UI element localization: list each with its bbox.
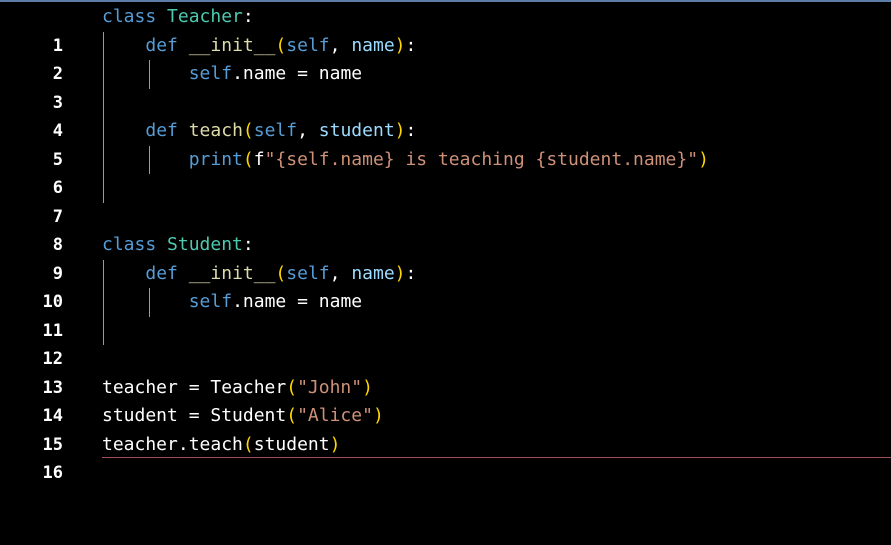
paren: ) [698,148,709,170]
string-alice: "Alice" [297,405,373,426]
paren: ( [242,148,254,170]
code-text[interactable]: class Student: [102,231,254,260]
editor-top-border [0,0,891,2]
code-editor[interactable]: 1 class Teacher: 2 def __init__(self, na… [0,3,891,484]
colon: : [405,120,417,141]
name-param: name [351,34,395,56]
code-line-10[interactable]: 10 def __init__(self, name): [0,259,891,312]
indent-guide [103,88,104,117]
keyword-def: def [145,120,178,141]
paren: ( [275,34,287,56]
attr-assign: .name = [232,291,319,312]
code-line-16[interactable]: 16 teacher.teach(student) [0,431,891,484]
keyword-class: class [102,6,157,27]
method-teach: .teach [177,433,243,455]
code-text[interactable]: teacher = Teacher("John") [102,374,373,403]
builtin-print: print [188,148,243,170]
comma: , [329,34,352,56]
code-text[interactable]: def teach(self, student): [102,117,416,146]
line-number: 16 [42,463,63,483]
class-name-student: Student [167,234,243,255]
function-init: __init__ [188,34,276,56]
code-text[interactable]: self.name = name [102,288,362,317]
code-line-14[interactable]: 14 teacher = Teacher("John") [0,374,891,427]
keyword-def: def [145,262,178,284]
paren: ) [362,376,373,398]
code-line-1[interactable]: 1 class Teacher: [0,3,891,56]
function-init: __init__ [188,262,276,284]
self-param: self [253,120,298,141]
name-value: name [318,63,363,84]
paren: ( [286,405,298,426]
code-line-2[interactable]: 2 def __init__(self, name): [0,31,891,84]
fstring-prefix: f [253,148,265,170]
code-line-11[interactable]: 11 self.name = name [0,288,891,341]
code-line-12[interactable]: 12 [0,316,891,369]
code-line-4[interactable]: 4 [0,88,891,141]
code-text[interactable]: class Teacher: [102,3,254,32]
keyword-class: class [102,234,157,255]
paren: ) [394,120,406,141]
class-name-teacher: Teacher [167,6,243,27]
comma: , [329,262,352,284]
code-text[interactable]: def __init__(self, name): [102,32,416,61]
paren: ( [286,376,298,398]
var-student: student [102,405,178,426]
paren: ) [329,433,341,455]
class-ref-teacher: Teacher [210,376,287,398]
indent-guide [103,174,104,203]
paren: ( [275,262,287,284]
self-ref: self [188,63,233,84]
code-text[interactable]: teacher.teach(student) [102,431,340,460]
keyword-def: def [145,34,178,56]
code-text[interactable]: print(f"{self.name} is teaching {student… [102,146,709,175]
paren: ( [242,433,254,455]
code-line-9[interactable]: 9 class Student: [0,231,891,284]
class-ref-student: Student [210,405,287,426]
colon: : [242,6,254,27]
self-param: self [286,34,330,56]
comma: , [297,120,319,141]
colon: : [405,34,417,56]
self-param: self [286,262,330,284]
code-text[interactable]: student = Student("Alice") [102,402,384,431]
colon: : [405,262,417,284]
code-text[interactable]: def __init__(self, name): [102,260,416,289]
paren: ( [242,120,254,141]
string-john: "John" [297,376,363,398]
name-param: name [351,262,395,284]
code-line-3[interactable]: 3 self.name = name [0,60,891,113]
code-line-6[interactable]: 6 print(f"{self.name} is teaching {stude… [0,145,891,198]
colon: : [242,234,254,255]
function-teach: teach [188,120,243,141]
code-line-8[interactable]: 8 [0,203,891,255]
self-ref: self [188,291,233,312]
code-line-5[interactable]: 5 def teach(self, student): [0,117,891,170]
current-line-underline [102,457,891,458]
code-text[interactable]: self.name = name [102,60,362,89]
paren: ) [394,34,406,56]
fstring-literal: "{self.name} is teaching {student.name}" [264,148,699,170]
name-value: name [318,291,363,312]
student-param: student [318,120,395,141]
equals: = [177,405,211,426]
paren: ) [372,405,384,426]
var-teacher: teacher [102,433,178,455]
code-line-7[interactable]: 7 [0,174,891,227]
attr-assign: .name = [232,63,319,84]
var-teacher: teacher [102,376,178,398]
code-line-13[interactable]: 13 [0,345,891,398]
arg-student: student [253,433,330,455]
paren: ) [394,262,406,284]
equals: = [177,376,211,398]
indent-guide [103,316,104,345]
code-line-15[interactable]: 15 student = Student("Alice") [0,402,891,455]
